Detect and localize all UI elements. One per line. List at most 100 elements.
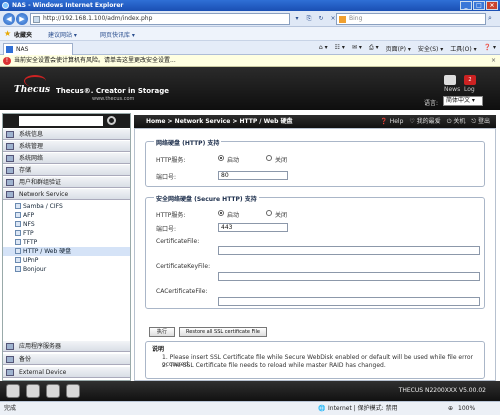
samba-icon — [15, 203, 21, 209]
help-button[interactable]: ❓ Help — [380, 115, 403, 128]
search-icon[interactable]: ⌕ — [488, 14, 492, 23]
sidebar-item-label: 系统网络 — [19, 155, 44, 162]
storage-icon — [6, 167, 14, 174]
sidebar-item-label: Bonjour — [23, 266, 47, 273]
network-service-icon — [6, 191, 14, 198]
forward-button[interactable]: ▶ — [16, 13, 28, 25]
back-button[interactable]: ◀ — [3, 13, 15, 25]
sidebar-item-afp[interactable]: AFP — [3, 211, 130, 220]
bing-icon — [339, 16, 346, 23]
notes-title: 说明 — [152, 346, 165, 353]
sidebar-item-network-service[interactable]: Network Service — [3, 189, 130, 200]
status-text: 完成 — [4, 405, 17, 412]
suggested-sites-link[interactable]: 建议网站 ▾ — [48, 30, 77, 39]
news-icon[interactable] — [444, 75, 456, 85]
zoom-level[interactable]: 100% — [458, 402, 475, 415]
security-warning-bar[interactable]: ! 当前安全设置会使计算机有风险。请单击这里更改安全设置... × — [0, 55, 500, 67]
news-label[interactable]: News — [444, 86, 460, 93]
compat-icon[interactable]: ⎘ — [304, 13, 314, 25]
sidebar-item-app-server[interactable]: 应用程序服务器 — [3, 341, 130, 352]
sidebar-search-input[interactable] — [19, 116, 103, 126]
notes-box: 说明 1. Please insert SSL Certificate file… — [145, 341, 485, 379]
safety-menu[interactable]: 安全(S) ▾ — [418, 44, 443, 53]
tab-nas[interactable]: NAS — [3, 43, 73, 55]
http-support-group: 网络硬盘 (HTTP) 支持 HTTP服务: 启动 关闭 端口号: 80 — [145, 138, 485, 187]
https-enable-label[interactable]: 启动 — [227, 210, 239, 219]
sidebar-item-nfs[interactable]: NFS — [3, 220, 130, 229]
command-bar: ⌂ ▾ ☷ ▾ ✉ ▾ ⎙ ▾ 页面(P) ▾ 安全(S) ▾ 工具(O) ▾ … — [319, 44, 496, 53]
sidebar-item-system-info[interactable]: 系统信息 — [3, 129, 130, 140]
help-menu[interactable]: ❓ ▾ — [484, 44, 496, 53]
logout-button[interactable]: ⎋ 登出 — [471, 115, 490, 128]
mail-icon[interactable]: ✉ ▾ — [352, 44, 362, 53]
https-disable-radio[interactable] — [266, 210, 272, 216]
restore-ssl-button[interactable]: Restore all SSL certificate File — [179, 327, 267, 337]
window-title-bar: NAS - Windows Internet Explorer _ □ × — [0, 0, 500, 11]
breadcrumb: Home > Network Service > HTTP / Web 硬盘 — [146, 118, 293, 125]
favorites-star-icon[interactable]: ★ — [4, 29, 11, 38]
sidebar-item-users-groups[interactable]: 用户和群组验证 — [3, 177, 130, 188]
sidebar-item-external-device[interactable]: External Device — [3, 367, 130, 378]
sidebar-item-storage[interactable]: 存储 — [3, 165, 130, 176]
sidebar-item-label: UPnP — [23, 257, 39, 264]
minimize-button[interactable]: _ — [460, 1, 472, 10]
sidebar-item-upnp[interactable]: UPnP — [3, 256, 130, 265]
logo-swirl — [24, 75, 46, 87]
feeds-icon[interactable]: ☷ ▾ — [335, 44, 345, 53]
apply-button[interactable]: 执行 — [149, 327, 175, 337]
backup-icon — [6, 356, 14, 363]
tab-row: NAS ⌂ ▾ ☷ ▾ ✉ ▾ ⎙ ▾ 页面(P) ▾ 安全(S) ▾ 工具(O… — [0, 41, 500, 55]
ca-certificate-file-input[interactable] — [218, 297, 480, 306]
tftp-icon — [15, 239, 21, 245]
page-menu[interactable]: 页面(P) ▾ — [386, 44, 411, 53]
https-port-input[interactable]: 443 — [218, 223, 288, 232]
shutdown-button[interactable]: ⏻ 关机 — [447, 115, 466, 128]
print-icon[interactable]: ⎙ ▾ — [369, 44, 379, 53]
users-icon[interactable] — [66, 384, 80, 398]
certificate-file-input[interactable] — [218, 246, 480, 255]
afp-icon — [15, 212, 21, 218]
web-slice-gallery-link[interactable]: 网页快讯库 ▾ — [100, 30, 135, 39]
http-enable-radio[interactable] — [218, 155, 224, 161]
https-enable-radio[interactable] — [218, 210, 224, 216]
sidebar-item-backup[interactable]: 备份 — [3, 354, 130, 365]
sidebar-item-http-webdisk[interactable]: HTTP / Web 硬盘 — [3, 247, 130, 256]
sidebar-item-system-network[interactable]: 系统网络 — [3, 153, 130, 164]
monitor-icon[interactable] — [6, 384, 20, 398]
maximize-button[interactable]: □ — [473, 1, 485, 10]
favorite-button[interactable]: ♡ 我的最爱 — [409, 115, 440, 128]
disk-icon[interactable] — [26, 384, 40, 398]
favorites-button[interactable]: 收藏夹 — [14, 30, 32, 39]
home-icon[interactable]: ⌂ ▾ — [319, 44, 328, 53]
settings-icon[interactable] — [46, 384, 60, 398]
security-zone[interactable]: Internet | 保护模式: 禁用 — [328, 402, 398, 415]
certificate-key-file-input[interactable] — [218, 272, 480, 281]
address-bar[interactable]: http://192.168.1.100/adm/index.php — [30, 13, 290, 25]
close-warning-icon[interactable]: × — [491, 55, 496, 67]
http-disable-label[interactable]: 关闭 — [275, 155, 287, 164]
system-info-icon — [6, 131, 14, 138]
log-icon[interactable]: 2 — [464, 75, 476, 85]
refresh-icon[interactable]: ↻ — [316, 13, 326, 25]
close-button[interactable]: × — [486, 1, 498, 10]
language-select[interactable]: 简体中文 ▾ — [443, 96, 483, 106]
https-group-title: 安全网络硬盘 (Secure HTTP) 支持 — [154, 194, 259, 203]
tools-menu[interactable]: 工具(O) ▾ — [450, 44, 476, 53]
sidebar-item-bonjour[interactable]: Bonjour — [3, 265, 130, 274]
sidebar-item-tftp[interactable]: TFTP — [3, 238, 130, 247]
http-port-input[interactable]: 80 — [218, 171, 288, 180]
users-icon — [6, 179, 14, 186]
http-disable-radio[interactable] — [266, 155, 272, 161]
sidebar-item-samba[interactable]: Samba / CIFS — [3, 202, 130, 211]
sidebar-item-system-management[interactable]: 系统管理 — [3, 141, 130, 152]
search-icon[interactable] — [107, 116, 116, 125]
log-label[interactable]: Log — [464, 86, 475, 93]
sidebar-item-label: AFP — [23, 212, 35, 219]
warning-icon: ! — [3, 57, 11, 65]
search-input[interactable]: Bing — [336, 13, 486, 25]
dropdown-icon[interactable]: ▾ — [292, 13, 302, 25]
sidebar-item-ftp[interactable]: FTP — [3, 229, 130, 238]
sidebar-item-label: 用户和群组验证 — [19, 179, 62, 186]
http-enable-label[interactable]: 启动 — [227, 155, 239, 164]
https-disable-label[interactable]: 关闭 — [275, 210, 287, 219]
